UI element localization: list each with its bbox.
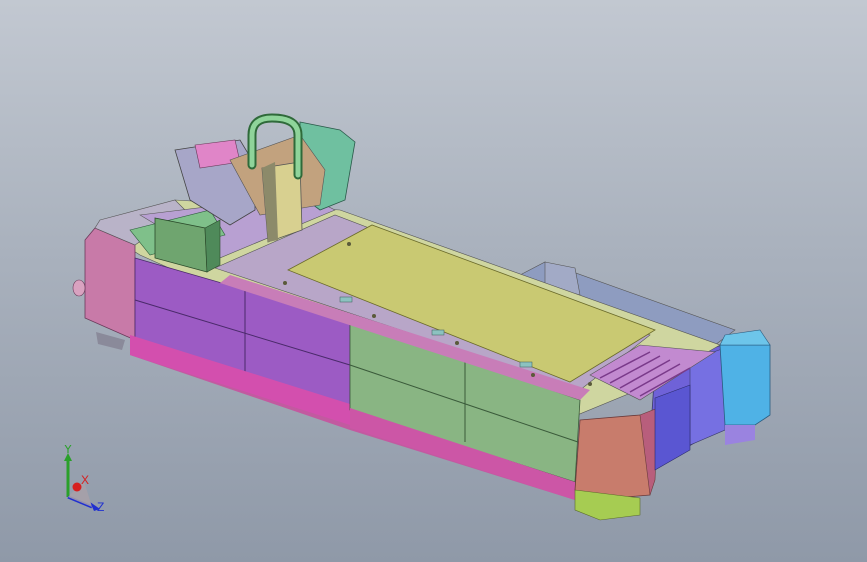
x-axis-label: X	[81, 473, 89, 487]
left-foot	[96, 332, 125, 350]
exchange-table-foot	[725, 425, 755, 445]
exchange-table-front-cap	[719, 344, 771, 426]
z-axis-label: Z	[97, 500, 104, 514]
y-axis-label: Y	[64, 445, 72, 456]
right-side-blue-panel	[654, 384, 691, 471]
cad-viewport[interactable]: Y X Z	[0, 0, 867, 562]
left-end-housing	[84, 227, 136, 341]
left-knob	[72, 279, 86, 297]
axis-triad: Y X Z	[64, 445, 104, 514]
z-axis-box-side	[204, 219, 221, 273]
laser-cutter-model[interactable]	[0, 0, 867, 562]
